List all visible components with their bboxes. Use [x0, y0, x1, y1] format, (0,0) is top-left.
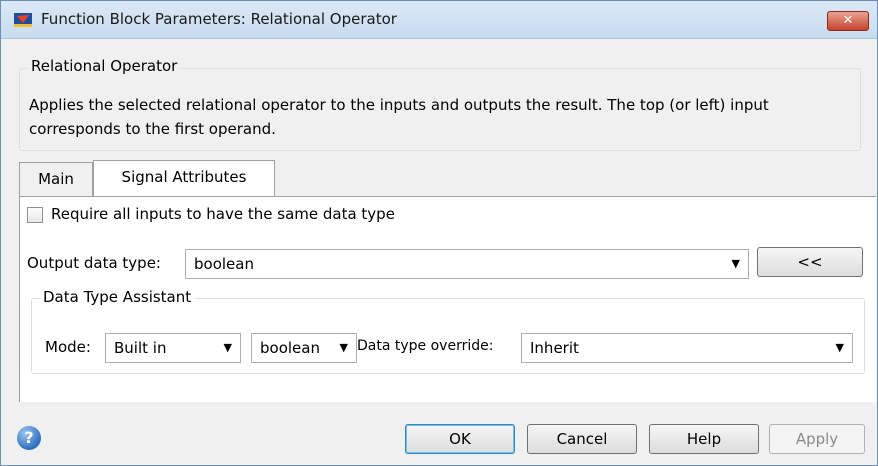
tab-signal-attributes-label: Signal Attributes	[121, 168, 247, 186]
cancel-label: Cancel	[556, 430, 608, 448]
dropdown-arrow-icon: ▼	[731, 257, 740, 270]
tab-main[interactable]: Main	[19, 162, 93, 196]
builtin-type-value: boolean	[260, 339, 320, 357]
ok-button[interactable]: OK	[405, 424, 515, 454]
dropdown-arrow-icon: ▼	[835, 341, 844, 354]
dropdown-arrow-icon: ▼	[223, 341, 232, 354]
override-label: Data type override:	[357, 338, 494, 354]
window-title: Function Block Parameters: Relational Op…	[41, 10, 397, 28]
assistant-toggle-label: <<	[797, 253, 823, 271]
dialog-window: Function Block Parameters: Relational Op…	[0, 0, 878, 466]
apply-button: Apply	[769, 424, 865, 454]
output-type-combo[interactable]: boolean ▼	[185, 249, 749, 279]
ok-label: OK	[449, 430, 471, 448]
apply-label: Apply	[795, 430, 839, 448]
close-button[interactable]: ✕	[827, 11, 869, 31]
help-button[interactable]: Help	[649, 424, 759, 454]
tab-main-label: Main	[38, 170, 74, 188]
mode-value: Built in	[114, 339, 167, 357]
output-type-label: Output data type:	[27, 254, 161, 272]
tab-signal-attributes[interactable]: Signal Attributes	[93, 160, 275, 196]
help-circle-icon[interactable]: ?	[17, 426, 41, 450]
dropdown-arrow-icon: ▼	[339, 341, 348, 354]
title-bar[interactable]: Function Block Parameters: Relational Op…	[1, 1, 877, 39]
cancel-button[interactable]: Cancel	[527, 424, 637, 454]
assistant-toggle-button[interactable]: <<	[757, 247, 863, 277]
mode-select[interactable]: Built in ▼	[105, 333, 241, 363]
assistant-title: Data Type Assistant	[39, 288, 196, 306]
override-select[interactable]: Inherit ▼	[521, 333, 853, 363]
require-same-type-checkbox[interactable]	[27, 207, 43, 223]
mode-label: Mode:	[45, 338, 91, 356]
simulink-block-icon	[14, 13, 32, 27]
output-type-value: boolean	[194, 255, 254, 273]
require-same-type-label: Require all inputs to have the same data…	[51, 205, 395, 223]
block-description: Applies the selected relational operator…	[29, 96, 769, 138]
help-label: Help	[686, 430, 722, 448]
block-name-heading: Relational Operator	[27, 57, 182, 75]
override-value: Inherit	[530, 339, 579, 357]
builtin-type-select[interactable]: boolean ▼	[251, 333, 357, 363]
